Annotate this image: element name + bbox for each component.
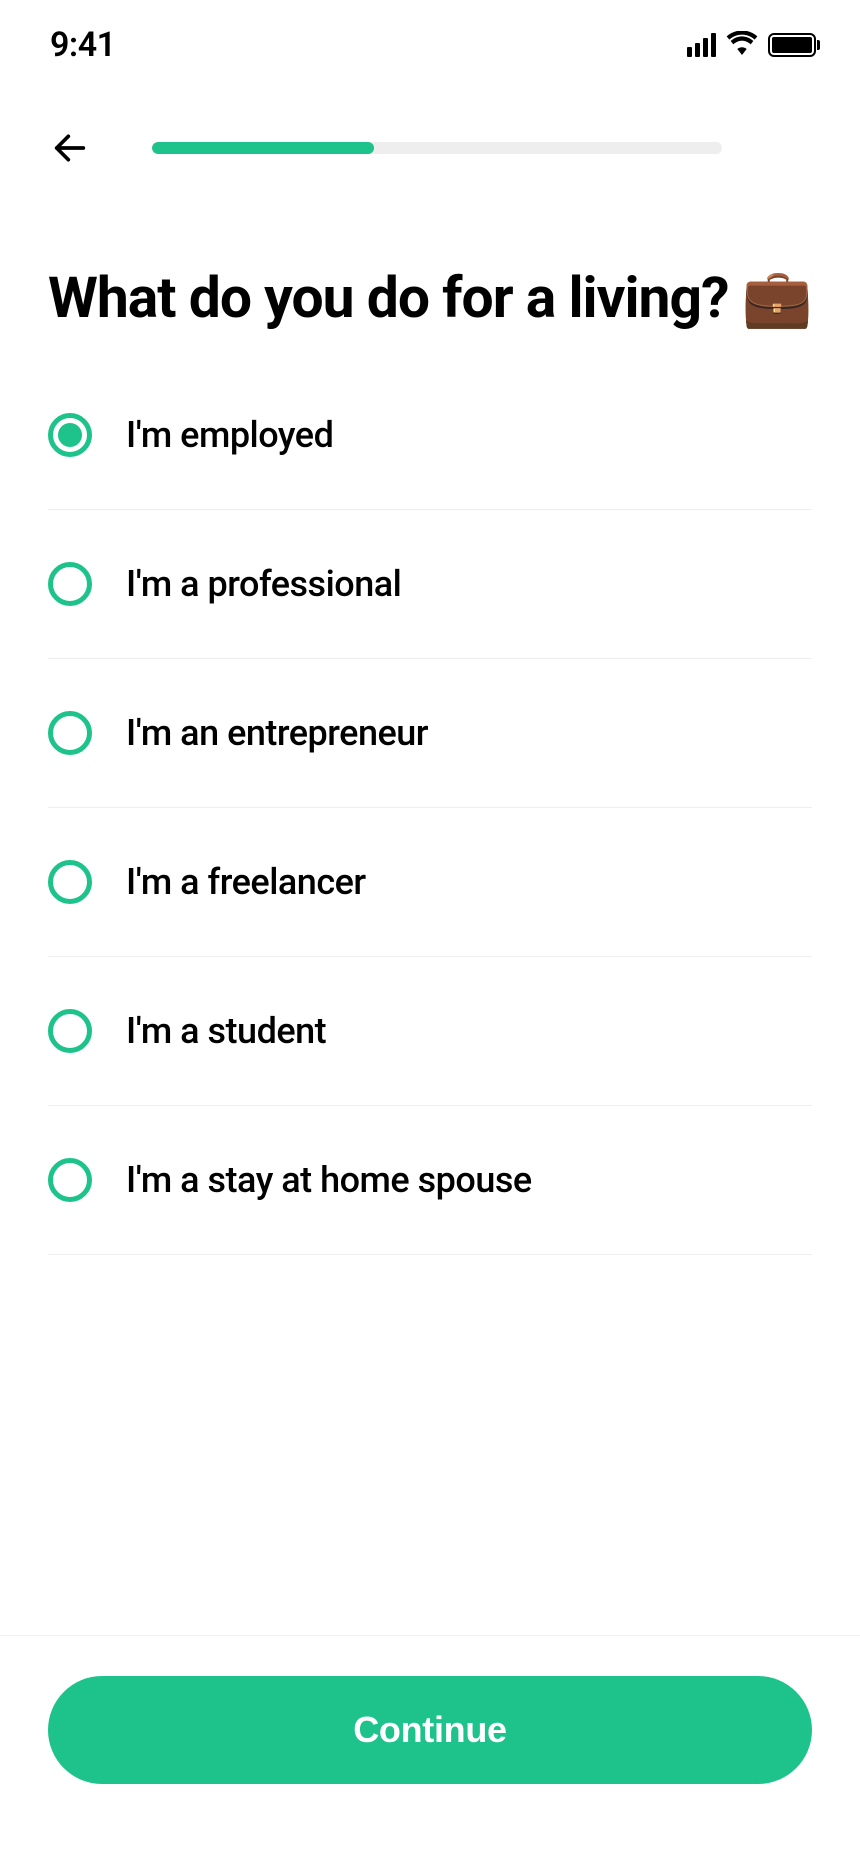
option-freelancer[interactable]: I'm a freelancer <box>48 808 812 957</box>
radio-icon <box>48 562 92 606</box>
status-time: 9:41 <box>50 25 116 65</box>
option-label: I'm a professional <box>126 563 401 605</box>
status-icons <box>687 31 820 59</box>
option-entrepreneur[interactable]: I'm an entrepreneur <box>48 659 812 808</box>
back-button[interactable] <box>48 126 92 170</box>
option-stay-at-home[interactable]: I'm a stay at home spouse <box>48 1106 812 1255</box>
battery-icon <box>768 33 820 57</box>
bottom-bar: Continue <box>0 1635 860 1864</box>
radio-icon <box>48 413 92 457</box>
page-title: What do you do for a living? 💼 <box>0 170 860 377</box>
wifi-icon <box>726 31 758 59</box>
options-list: I'm employed I'm a professional I'm an e… <box>0 377 860 1255</box>
radio-icon <box>48 860 92 904</box>
continue-button[interactable]: Continue <box>48 1676 812 1784</box>
radio-icon <box>48 711 92 755</box>
progress-bar <box>152 142 722 154</box>
option-employed[interactable]: I'm employed <box>48 377 812 510</box>
option-label: I'm a freelancer <box>126 861 366 903</box>
radio-icon <box>48 1158 92 1202</box>
option-student[interactable]: I'm a student <box>48 957 812 1106</box>
option-label: I'm an entrepreneur <box>126 712 428 754</box>
option-label: I'm a stay at home spouse <box>126 1159 532 1201</box>
option-label: I'm a student <box>126 1010 326 1052</box>
cellular-signal-icon <box>687 33 716 57</box>
option-professional[interactable]: I'm a professional <box>48 510 812 659</box>
header <box>0 76 860 170</box>
arrow-left-icon <box>50 128 90 168</box>
radio-icon <box>48 1009 92 1053</box>
status-bar: 9:41 <box>0 0 860 76</box>
option-label: I'm employed <box>126 414 333 456</box>
progress-fill <box>152 142 374 154</box>
